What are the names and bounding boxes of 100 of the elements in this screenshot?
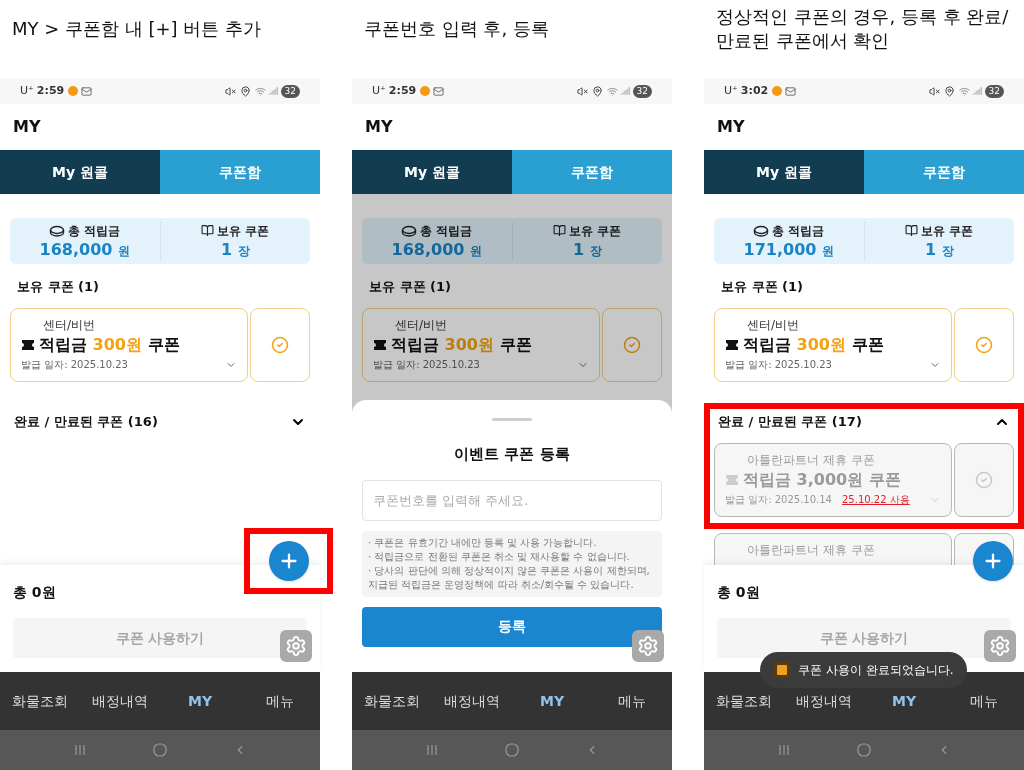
recents-icon[interactable] [426,744,438,756]
nav-item[interactable]: 메뉴 [944,690,1024,712]
sheet-title: 이벤트 쿠폰 등록 [454,444,570,465]
wifi-icon [958,85,970,97]
check-button[interactable] [602,308,662,382]
mute-icon [224,85,236,97]
issue-date: 발급 일자: 2025.10.23 [725,358,832,372]
coupon-amount: 적립금 300원 쿠폰 [391,335,532,355]
mute-icon [928,85,940,97]
check-button[interactable] [250,308,310,382]
signal-icon [619,86,630,96]
location-icon [591,85,603,97]
wifi-icon [254,85,266,97]
tools-button[interactable] [280,630,312,662]
book-icon [553,224,567,237]
battery-indicator: 32 [632,84,652,98]
nav-item[interactable]: 메뉴 [592,690,672,712]
add-button[interactable] [268,541,309,581]
recents-icon[interactable] [778,744,790,756]
issue-date: 발급 일자: 2025.10.23 [373,358,480,372]
check-button[interactable] [954,443,1014,517]
section-title: 완료 / 만료된 쿠폰 (17) [718,413,862,432]
nav-item[interactable]: MY [160,690,240,712]
check-circle-icon [975,471,993,489]
coupon-issuer: 센터/비번 [42,317,97,333]
summary-value: 1 장 [924,239,954,261]
page-title: MY [717,116,745,138]
app-icon [68,86,79,96]
coupon-amount: 적립금 3,000원 쿠폰 [743,470,901,490]
coupon-issuer: 아틀란파트너 제휴 쿠폰 [746,542,876,558]
nav-item[interactable]: 배정내역 [80,690,160,712]
nav-item[interactable]: 화물조회 [704,690,784,712]
coupon-card[interactable]: 센터/비번 적립금 300원 쿠폰 발급 일자: 2025.10.23 [362,308,600,382]
check-circle-icon [271,336,289,354]
nav-item[interactable]: 배정내역 [432,690,512,712]
tools-button[interactable] [632,630,664,662]
coupon-card[interactable]: 센터/비번 적립금 300원 쿠폰 발급 일자: 2025.10.23 [10,308,248,382]
nav-item[interactable]: MY [512,690,592,712]
app-icon [420,86,431,96]
ticket-icon [373,339,387,351]
home-icon[interactable] [153,743,167,757]
status-time: 2:59 [36,82,65,99]
coupon-issuer: 아틀란파트너 제휴 쿠폰 [746,452,876,468]
carrier-label: U⁺ [372,82,386,99]
sheet-handle[interactable] [492,418,532,421]
signal-icon [971,86,982,96]
nav-item[interactable]: 화물조회 [352,690,432,712]
nav-item[interactable]: 화물조회 [0,690,80,712]
ticket-icon [725,474,739,486]
notice-text: · 당사의 판단에 의해 정상적이지 않은 쿠폰은 사용이 제한되며, 지급된 적립금은 운영정책에 따라 취소/회수될 수 있습니다. [368,563,651,592]
summary-value: 171,000 원 [743,239,834,261]
ticket-icon [21,339,35,351]
check-button[interactable] [954,308,1014,382]
home-icon[interactable] [505,743,519,757]
battery-indicator: 32 [984,84,1004,98]
location-icon [239,85,251,97]
coupon-amount: 적립금 300원 쿠폰 [39,335,180,355]
nav-item[interactable]: 배정내역 [784,690,864,712]
check-circle-icon [623,336,641,354]
coupon-number-field[interactable]: 쿠폰번호를 입력해 주세요. [362,479,662,521]
app-icon [774,662,790,678]
notice-text: · 적립금으로 전환된 쿠폰은 취소 및 재사용할 수 없습니다. [368,549,631,564]
notice-text: · 쿠폰은 유효기간 내에만 등록 및 사용 가능합니다. [368,535,598,550]
summary-value: 168,000 원 [391,239,482,261]
toast-message: 쿠폰 사용이 완료되었습니다. [798,662,954,679]
battery-indicator: 32 [280,84,300,98]
section-title: 완료 / 만료된 쿠폰 (16) [14,413,158,432]
step-caption: 정상적인 쿠폰의 경우, 등록 후 완료/ 만료된 쿠폰에서 확인 [716,5,1010,53]
summary-label: 총 적립금 [420,222,473,240]
carrier-label: U⁺ [20,82,34,99]
mail-icon [433,85,445,97]
summary-label: 보유 쿠폰 [217,222,270,240]
coupon-amount: 적립금 300원 쿠폰 [743,335,884,355]
home-icon[interactable] [857,743,871,757]
nav-item[interactable]: MY [864,690,944,712]
section-title: 보유 쿠폰 (1) [369,278,452,296]
tab[interactable]: My 원콜 [0,150,160,194]
coupon-issuer: 센터/비번 [746,317,801,333]
mute-icon [576,85,588,97]
coupon-card[interactable]: 센터/비번 적립금 300원 쿠폰 발급 일자: 2025.10.23 [714,308,952,382]
location-icon [943,85,955,97]
carrier-label: U⁺ [724,82,738,99]
status-time: 3:02 [740,82,769,99]
issue-date: 발급 일자: 2025.10.14 [725,493,832,507]
gear-icon [989,635,1011,657]
nav-item[interactable]: 메뉴 [240,690,320,712]
summary-value: 168,000 원 [39,239,130,261]
step-caption: 쿠폰번호 입력 후, 등록 [364,17,549,41]
page-title: MY [13,116,41,138]
register-button[interactable]: 등록 [362,606,662,647]
summary-label: 보유 쿠폰 [569,222,622,240]
recents-icon[interactable] [74,744,86,756]
total-amount: 총 0원 [717,583,761,602]
tab[interactable]: My 원콜 [704,150,864,194]
summary-value: 1 장 [572,239,602,261]
tab[interactable]: My 원콜 [352,150,512,194]
summary-label: 총 적립금 [772,222,825,240]
page-title: MY [365,116,393,138]
tools-button[interactable] [984,630,1016,662]
summary-label: 총 적립금 [68,222,121,240]
